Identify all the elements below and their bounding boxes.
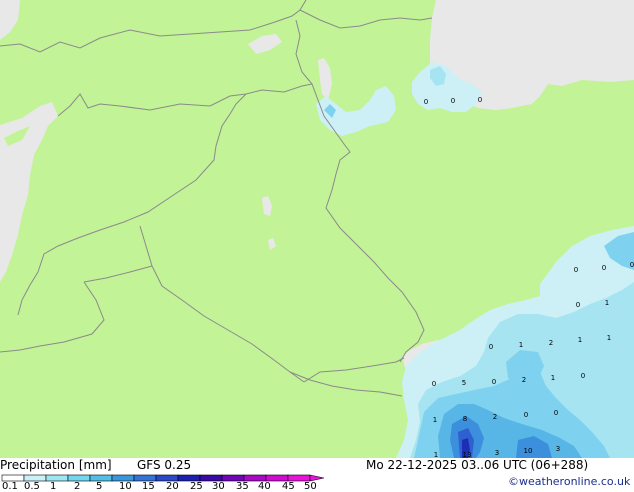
scale-label: 30 — [212, 481, 225, 492]
legend-footer: Precipitation [mm] GFS 0.25 Mo 22-12-202… — [0, 458, 634, 492]
forecast-datetime: Mo 22-12-2025 03..06 UTC (06+288) — [366, 458, 589, 472]
scale-label: 0.1 — [2, 481, 18, 492]
precip-point-label: 0 — [489, 343, 493, 351]
scale-label: 25 — [190, 481, 203, 492]
precip-point-label: 1 — [551, 374, 555, 382]
model-name: GFS 0.25 — [137, 458, 192, 472]
precip-point-label: 0 — [581, 372, 585, 380]
precip-point-label: 10 — [524, 447, 533, 455]
precip-point-label: 1 — [519, 341, 523, 349]
scale-label: 1 — [50, 481, 57, 492]
precip-point-label: 0 — [574, 266, 578, 274]
scale-label: 45 — [282, 481, 295, 492]
precip-point-label: 0 — [432, 380, 436, 388]
scale-label: 15 — [142, 481, 155, 492]
precip-point-label: 0 — [602, 264, 606, 272]
scale-label: 5 — [96, 481, 103, 492]
precip-point-label: 0 — [424, 98, 428, 106]
scale-label: 35 — [236, 481, 249, 492]
scale-label: 50 — [304, 481, 317, 492]
precip-point-label: 0 — [451, 97, 455, 105]
precipitation-map: 0 0 00 0 00 10 1 2 1 10 5 0 2 1 01 8 2 0 01 13 3 10 3 — [0, 0, 634, 458]
scale-label: 20 — [166, 481, 179, 492]
precip-point-label: 2 — [549, 339, 553, 347]
precip-point-label: 2 — [493, 413, 497, 421]
copyright-credit: ©weatheronline.co.uk — [508, 475, 631, 488]
scale-label: 2 — [74, 481, 81, 492]
precip-point-label: 2 — [522, 376, 526, 384]
scale-label: 40 — [258, 481, 271, 492]
precip-point-label: 3 — [495, 449, 499, 457]
precip-point-label: 0 — [630, 261, 634, 269]
precip-point-label: 13 — [463, 451, 472, 458]
legend-title: Precipitation [mm] — [0, 458, 112, 472]
precip-point-label: 5 — [462, 379, 466, 387]
precip-point-label: 0 — [554, 409, 558, 417]
precip-point-label: 1 — [434, 451, 438, 458]
precip-point-label: 3 — [556, 445, 560, 453]
precip-point-label: 0 — [492, 378, 496, 386]
precip-point-label: 0 — [478, 96, 482, 104]
precip-point-label: 0 — [524, 411, 528, 419]
precip-point-label: 1 — [607, 334, 611, 342]
precip-point-label: 8 — [463, 415, 467, 423]
scale-label: 10 — [119, 481, 132, 492]
precip-point-label: 1 — [605, 299, 609, 307]
precip-point-label: 0 — [576, 301, 580, 309]
scale-label: 0.5 — [24, 481, 40, 492]
precip-point-label: 1 — [578, 336, 582, 344]
precip-point-label: 1 — [433, 416, 437, 424]
